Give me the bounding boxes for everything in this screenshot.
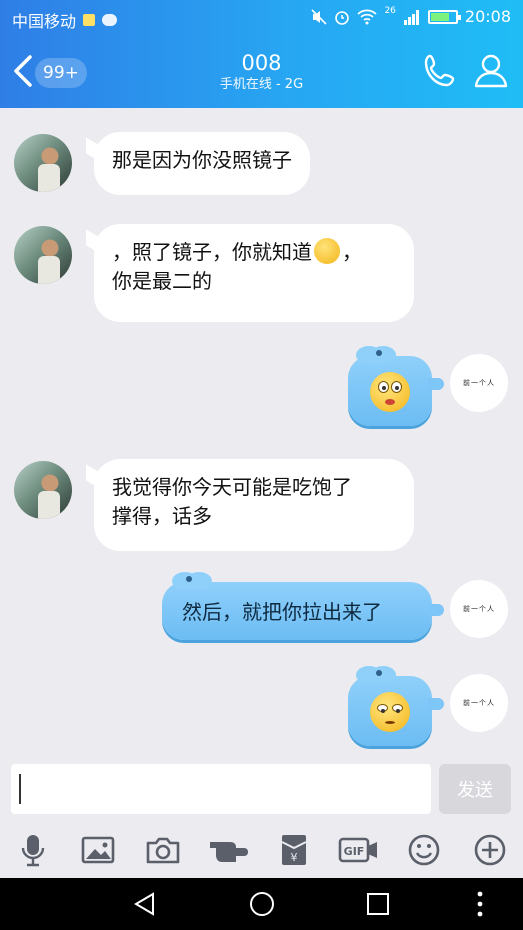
self-avatar[interactable]: 前一个人	[450, 354, 508, 412]
red-packet-icon[interactable]: ¥	[276, 832, 312, 868]
more-dots-icon[interactable]	[466, 890, 494, 918]
poke-icon[interactable]	[208, 832, 250, 868]
message-text: 我觉得你今天可能是吃饱了	[112, 475, 352, 499]
send-button[interactable]: 发送	[439, 764, 511, 814]
message-bubble[interactable]: ，照了镜子，你就知道 ， 你是最二的	[94, 224, 414, 322]
input-toolbar: ¥ GIF	[0, 822, 523, 878]
notification-badge-icon	[83, 14, 96, 26]
profile-icon[interactable]	[473, 52, 509, 90]
message-text: 撑得，话多	[112, 504, 212, 528]
wechat-icon	[102, 14, 118, 26]
chat-area[interactable]: 那是因为你没照镜子 ，照了镜子，你就知道 ， 你是最二的 前一个人 我觉得你今天可…	[0, 108, 523, 758]
camera-icon[interactable]	[145, 832, 181, 868]
phone-icon[interactable]	[421, 52, 459, 90]
carrier-area: 中国移动	[12, 8, 118, 32]
contact-avatar[interactable]	[14, 134, 72, 192]
home-circle-icon[interactable]	[248, 890, 276, 918]
input-row: 发送	[0, 758, 523, 822]
message-input[interactable]	[11, 764, 431, 814]
self-avatar-text: 前一个人	[463, 699, 495, 707]
plus-icon[interactable]	[472, 832, 508, 868]
contact-avatar[interactable]	[14, 461, 72, 519]
clock: 20:08	[464, 7, 511, 26]
message-bubble[interactable]: 那是因为你没照镜子	[94, 132, 310, 195]
svg-text:GIF: GIF	[344, 845, 365, 858]
mute-icon	[311, 8, 328, 25]
smirk-emoji-icon	[370, 692, 410, 732]
wifi-icon	[357, 9, 378, 24]
gif-icon[interactable]: GIF	[338, 832, 380, 868]
self-avatar-text: 前一个人	[463, 605, 495, 613]
chat-header: 99+ 008 手机在线 - 2G	[0, 36, 523, 108]
mic-icon[interactable]	[15, 832, 51, 868]
self-avatar[interactable]: 前一个人	[450, 674, 508, 732]
message-text: ，	[342, 240, 362, 264]
svg-text:¥: ¥	[291, 851, 298, 864]
sticker-bubble[interactable]	[348, 346, 444, 426]
alarm-icon	[335, 10, 350, 25]
network-type: 26	[384, 5, 396, 16]
status-bar: 中国移动 26 20:08	[0, 0, 523, 36]
battery-icon	[427, 9, 461, 24]
back-triangle-icon[interactable]	[131, 890, 159, 918]
dazed-emoji-icon	[370, 372, 410, 412]
text-cursor	[19, 774, 21, 804]
message-text: 你是最二的	[112, 269, 212, 293]
status-right: 26 20:08	[311, 5, 511, 26]
message-bubble-self[interactable]: 然后，就把你拉出来了	[162, 572, 444, 640]
message-text: ，照了镜子，你就知道	[112, 240, 312, 264]
self-avatar[interactable]: 前一个人	[450, 580, 508, 638]
self-avatar-text: 前一个人	[463, 379, 495, 387]
image-icon[interactable]	[80, 832, 116, 868]
message-bubble[interactable]: 我觉得你今天可能是吃饱了 撑得，话多	[94, 459, 414, 551]
message-text: 那是因为你没照镜子	[112, 148, 292, 172]
recents-square-icon[interactable]	[364, 890, 392, 918]
system-nav-bar	[0, 878, 523, 930]
carrier-name: 中国移动	[12, 12, 77, 31]
contact-avatar[interactable]	[14, 226, 72, 284]
emoji-icon[interactable]	[406, 832, 442, 868]
smile-emoji-icon	[314, 238, 340, 264]
signal-icon	[403, 9, 419, 25]
message-text: 然后，就把你拉出来了	[182, 600, 382, 624]
sticker-bubble[interactable]	[348, 666, 444, 746]
